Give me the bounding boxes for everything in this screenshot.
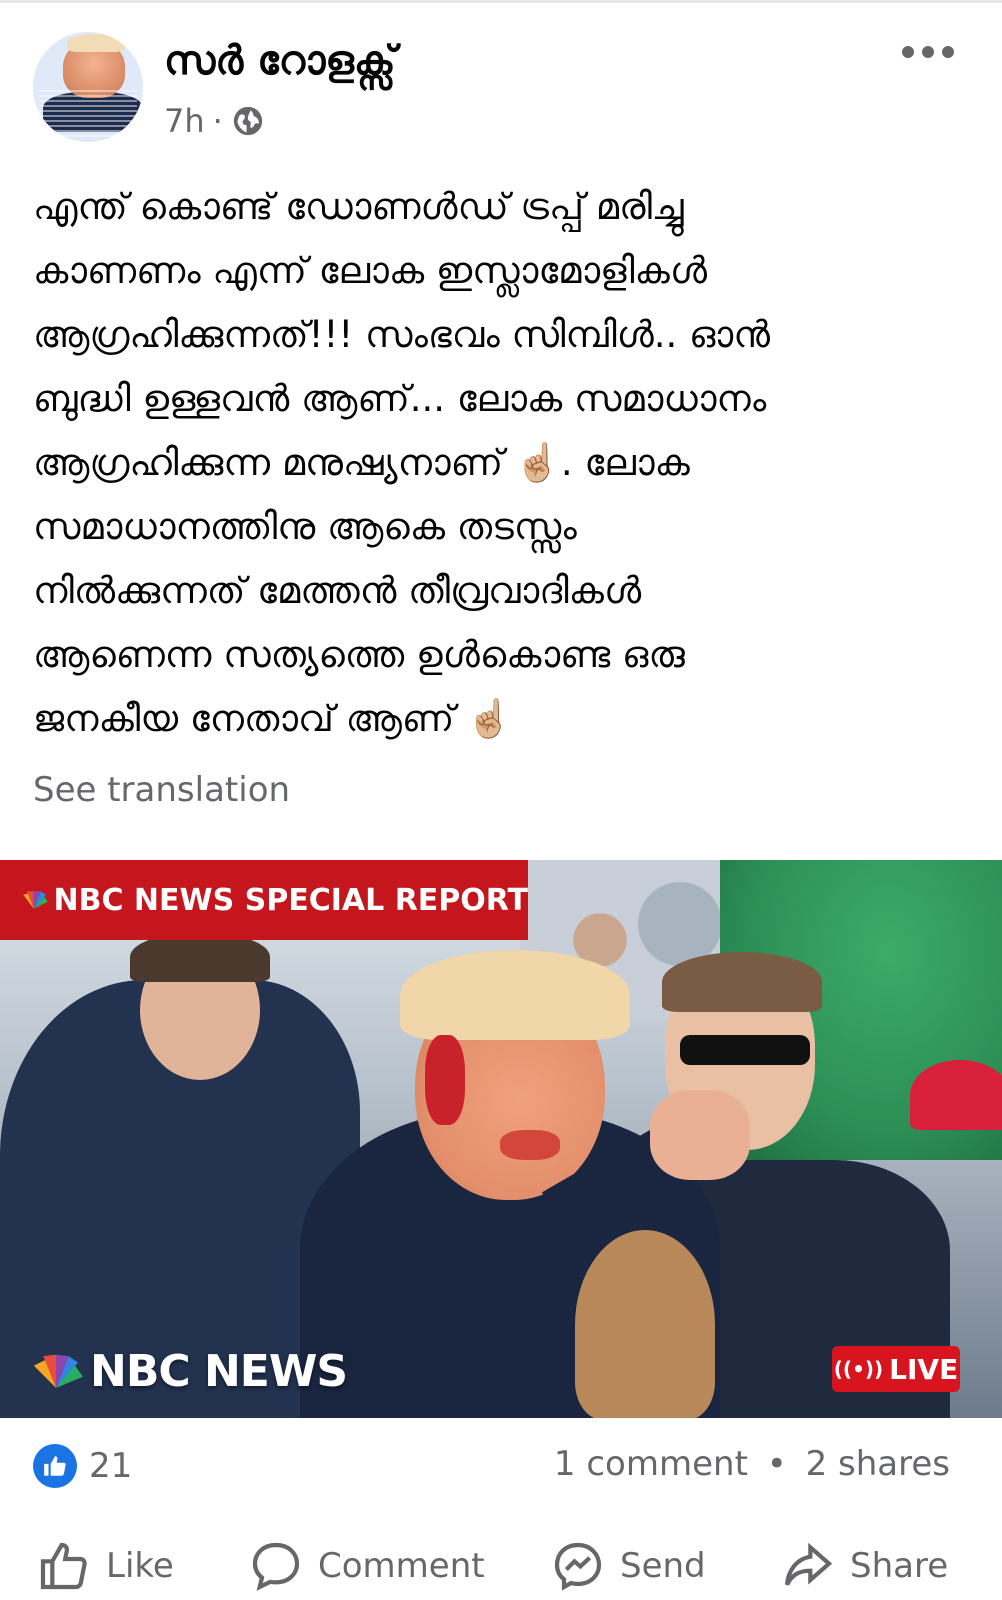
engagement-summary: 1 comment • 2 shares [554, 1444, 950, 1484]
post-text-line: ആഗ്രഹിക്കുന്ന മനുഷ്യനാണ് ☝🏼. ലോക [33, 441, 690, 484]
post-action-bar: Like Comment Send Share [0, 1528, 1002, 1600]
share-label: Share [850, 1546, 949, 1586]
photo-center-hair [400, 950, 630, 1040]
meta-separator: · [212, 102, 223, 140]
live-badge: ((•)) LIVE [832, 1346, 960, 1392]
author-name[interactable]: സർ റോളക്സ് [164, 38, 396, 84]
comments-count[interactable]: 1 comment [554, 1444, 748, 1484]
comment-icon [252, 1542, 300, 1591]
post-time[interactable]: 7h [164, 102, 205, 140]
post-text-line: ആഗ്രഹിക്കുന്നത്!!! സംഭവം സിമ്പിൾ.. ഓൻ [33, 313, 771, 356]
live-broadcast-icon: ((•)) [833, 1357, 884, 1381]
banner-text: NBC NEWS SPECIAL REPORT [53, 882, 528, 918]
live-text: LIVE [889, 1352, 959, 1386]
post-text-line: നിൽക്കുന്നത് മേത്തൻ തീവ്രവാദികൾ [33, 569, 642, 612]
peacock-icon [23, 891, 48, 909]
author-avatar[interactable] [33, 32, 143, 142]
share-icon [784, 1542, 833, 1586]
post-text-line: ജനകീയ നേതാവ് ആണ് ☝🏼 [33, 697, 513, 740]
stats-separator: • [766, 1444, 787, 1484]
thumbs-up-icon [40, 1542, 87, 1590]
post-text-line: ആണെന്ന സത്യത്തെ ഉൾകൊണ്ട ഒരു [33, 633, 685, 676]
send-button[interactable]: Send [550, 1538, 706, 1594]
nbc-special-report-banner: NBC NEWS SPECIAL REPORT [0, 860, 528, 940]
comment-label: Comment [318, 1546, 485, 1586]
post-photo[interactable]: NBC NEWS SPECIAL REPORT NBC NEWS ((•)) L… [0, 860, 1002, 1418]
like-reaction-icon [33, 1444, 77, 1488]
more-options-icon[interactable] [896, 36, 960, 66]
post-meta: 7h · [164, 102, 265, 140]
avatar-text-overlay [39, 90, 137, 140]
photo-hair-bun [575, 1230, 715, 1418]
photo-fist [650, 1090, 750, 1180]
photo-agent-right-hair [662, 952, 822, 1012]
reactions-summary[interactable]: 21 [33, 1444, 132, 1488]
photo-blood-ear [425, 1035, 465, 1125]
see-translation-link[interactable]: See translation [33, 770, 290, 810]
send-label: Send [620, 1546, 706, 1586]
photo-red-cap [910, 1060, 1002, 1130]
top-divider [0, 0, 1002, 3]
peacock-icon [33, 1354, 83, 1388]
nbc-logo-text: NBC NEWS [90, 1346, 348, 1397]
reactions-count: 21 [89, 1446, 133, 1486]
post-text-line: സമാധാനത്തിനു ആകെ തടസ്സം [33, 505, 577, 548]
messenger-icon [554, 1542, 602, 1591]
nbc-news-logo: NBC NEWS [26, 1346, 348, 1397]
post-text-line: എന്ത് കൊണ്ട് ഡോണൾഡ് ട്രപ്പ് മരിച്ചു [33, 185, 684, 228]
post-text-line: കാണണം എന്ന് ലോക ഇസ്ലാമോളികൾ [33, 249, 707, 292]
globe-icon[interactable] [231, 104, 265, 138]
share-button[interactable]: Share [780, 1538, 948, 1594]
post-text: എന്ത് കൊണ്ട് ഡോണൾഡ് ട്രപ്പ് മരിച്ചു കാണണ… [33, 175, 963, 751]
photo-sunglasses [680, 1035, 810, 1065]
avatar-hair [67, 34, 125, 52]
photo-blood-cheek [500, 1130, 560, 1160]
comment-button[interactable]: Comment [248, 1538, 485, 1594]
post-text-line: ബുദ്ധി ഉള്ളവൻ ആണ്... ലോക സമാധാനം [33, 377, 767, 420]
shares-count[interactable]: 2 shares [806, 1444, 950, 1484]
like-label: Like [106, 1546, 174, 1586]
like-button[interactable]: Like [36, 1538, 174, 1594]
